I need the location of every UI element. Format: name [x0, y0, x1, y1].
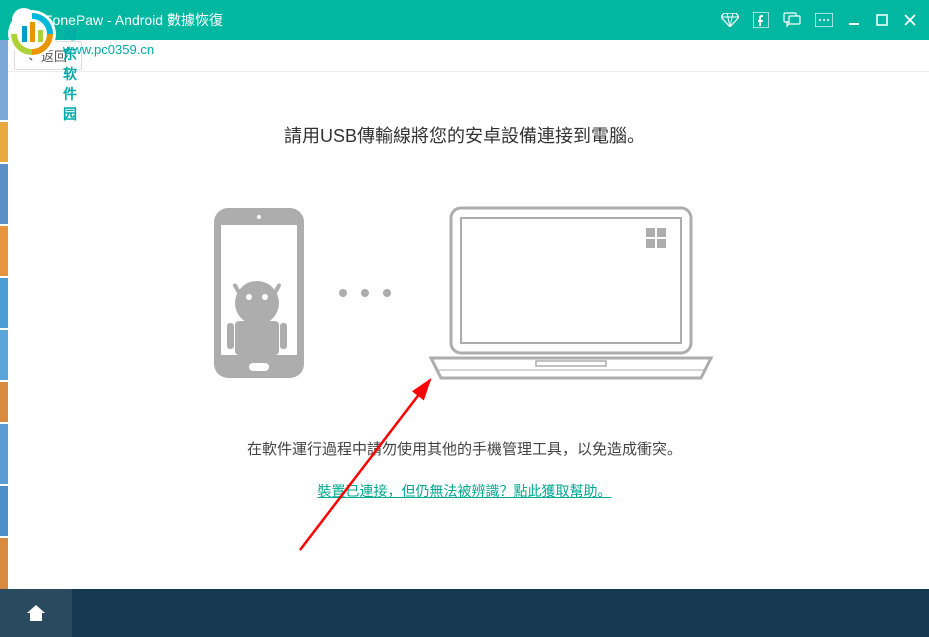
phone-icon — [209, 203, 309, 383]
menu-icon[interactable] — [815, 13, 833, 27]
laptop-icon — [421, 198, 721, 388]
home-icon — [25, 603, 47, 623]
minimize-button[interactable] — [847, 13, 861, 27]
main-content: 請用USB傳輸線將您的安卓設備連接到電腦。 — [0, 72, 929, 541]
arrow-left-icon — [25, 51, 35, 61]
close-button[interactable] — [903, 13, 917, 27]
bottom-bar — [0, 589, 929, 637]
warning-text: 在軟件運行過程中請勿使用其他的手機管理工具，以免造成衝突。 — [60, 438, 869, 459]
back-bar: 返回 — [0, 40, 929, 72]
diamond-icon[interactable] — [721, 13, 739, 27]
back-button[interactable]: 返回 — [14, 41, 82, 70]
maximize-button[interactable] — [875, 13, 889, 27]
app-logo-icon — [12, 8, 36, 32]
home-button[interactable] — [0, 589, 72, 637]
connection-illustration — [60, 198, 869, 388]
instruction-text: 請用USB傳輸線將您的安卓設備連接到電腦。 — [60, 122, 869, 148]
titlebar: FonePaw - Android 數據恢復 — [0, 0, 929, 40]
facebook-icon[interactable] — [753, 12, 769, 28]
connection-dots — [339, 289, 391, 297]
side-decoration — [0, 40, 10, 589]
help-link[interactable]: 裝置已連接，但仍無法被辨識？點此獲取幫助。 — [318, 481, 612, 501]
feedback-icon[interactable] — [783, 12, 801, 28]
back-label: 返回 — [41, 46, 67, 65]
app-title: FonePaw - Android 數據恢復 — [44, 10, 721, 30]
